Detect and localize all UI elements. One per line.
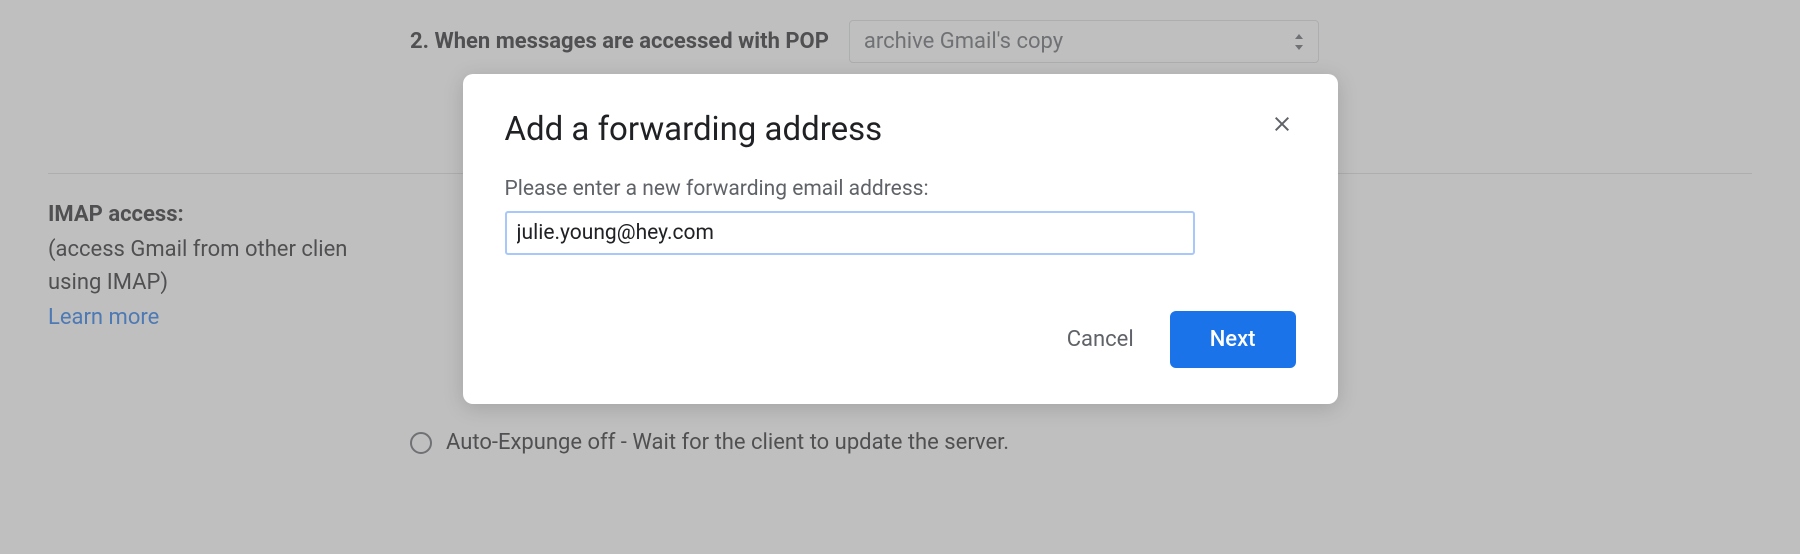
dialog-actions: Cancel Next bbox=[505, 311, 1296, 368]
dialog-title: Add a forwarding address bbox=[505, 110, 883, 149]
dialog-header: Add a forwarding address bbox=[505, 110, 1296, 149]
next-button[interactable]: Next bbox=[1170, 311, 1296, 368]
forwarding-email-input[interactable] bbox=[505, 211, 1195, 255]
close-button[interactable] bbox=[1268, 110, 1296, 138]
modal-overlay: Add a forwarding address Please enter a … bbox=[0, 0, 1800, 554]
close-icon bbox=[1270, 112, 1294, 136]
cancel-button[interactable]: Cancel bbox=[1067, 327, 1134, 352]
dialog-prompt: Please enter a new forwarding email addr… bbox=[505, 177, 1296, 201]
forwarding-dialog: Add a forwarding address Please enter a … bbox=[463, 74, 1338, 404]
